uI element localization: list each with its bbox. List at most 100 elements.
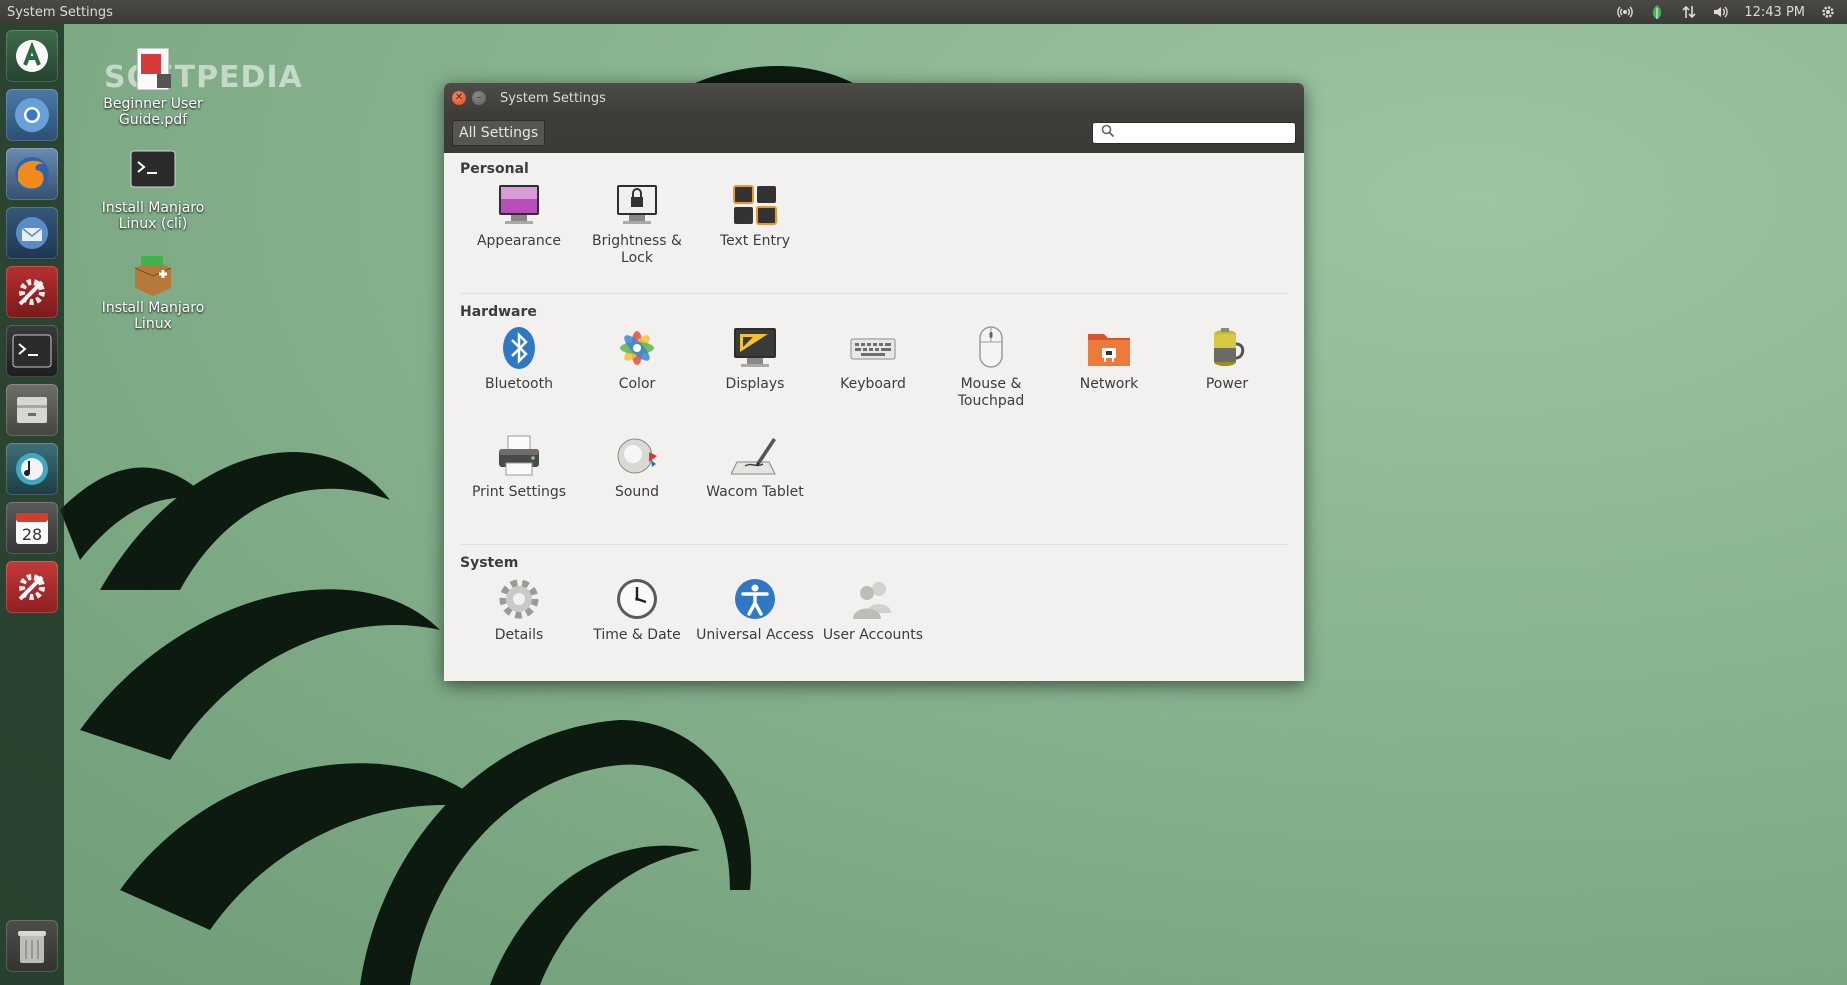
firefox-icon[interactable] (6, 148, 58, 200)
terminal-icon (129, 150, 177, 198)
settings-item-label: User Accounts (822, 627, 924, 643)
search-icon (1101, 124, 1115, 142)
mouse-icon (967, 324, 1015, 372)
section-hardware: Hardware Bluetooth Color Displays Keyboa… (460, 293, 1288, 544)
settings-item-label: Text Entry (719, 233, 790, 249)
settings-item-keyboard[interactable]: Keyboard (814, 322, 932, 428)
settings-content: Personal Appearance Brightness & Lock Te… (444, 153, 1304, 687)
panel-app-title: System Settings (7, 4, 113, 20)
settings-item-mouse-touchpad[interactable]: Mouse & Touchpad (932, 322, 1050, 428)
calendar-icon[interactable]: 28 (6, 502, 58, 554)
text-entry-icon (731, 181, 779, 229)
settings-item-appearance[interactable]: Appearance (460, 179, 578, 285)
settings-tools-icon[interactable] (6, 266, 58, 318)
settings-item-bluetooth[interactable]: Bluetooth (460, 322, 578, 428)
search-field[interactable] (1092, 122, 1296, 144)
settings-item-displays[interactable]: Displays (696, 322, 814, 428)
pdf-file-icon (129, 46, 177, 94)
wacom-tablet-icon (730, 432, 779, 480)
calendar-day: 28 (22, 525, 42, 544)
settings-item-label: Universal Access (696, 627, 814, 643)
settings-item-label: Network (1079, 376, 1139, 392)
gear-icon[interactable] (1819, 3, 1837, 21)
section-title: System (460, 555, 519, 571)
all-settings-button[interactable]: All Settings (452, 120, 546, 146)
settings-item-label: Sound (614, 484, 660, 500)
clock-icon (613, 575, 661, 623)
transfer-arrows-icon[interactable] (1680, 3, 1698, 21)
window-title: System Settings (500, 90, 606, 106)
desktop-icon-user-guide[interactable]: Beginner User Guide.pdf (93, 46, 213, 128)
settings-item-label: Power (1205, 376, 1249, 392)
desktop-icon-label: Beginner User Guide.pdf (103, 96, 203, 128)
installer-package-icon (129, 250, 177, 298)
user-accounts-icon (849, 575, 897, 623)
terminal-icon[interactable] (6, 325, 58, 377)
settings-item-details[interactable]: Details (460, 573, 578, 679)
trash-icon[interactable] (6, 920, 58, 972)
settings-item-label: Details (494, 627, 544, 643)
volume-icon[interactable] (1712, 3, 1730, 21)
section-personal: Personal Appearance Brightness & Lock Te… (460, 161, 1288, 293)
settings-item-sound[interactable]: Sound (578, 430, 696, 536)
system-settings-icon[interactable] (6, 561, 58, 613)
settings-item-label: Brightness & Lock (592, 233, 682, 266)
thunderbird-icon[interactable] (6, 207, 58, 259)
settings-item-label: Displays (725, 376, 785, 392)
settings-item-color[interactable]: Color (578, 322, 696, 428)
settings-item-time-date[interactable]: Time & Date (578, 573, 696, 679)
color-icon (613, 324, 661, 372)
system-settings-window: ✕ – System Settings All Settings Persona… (444, 83, 1304, 681)
settings-item-brightness-lock[interactable]: Brightness & Lock (578, 179, 696, 285)
window-titlebar[interactable]: ✕ – System Settings (444, 83, 1304, 113)
network-icon (1085, 324, 1133, 372)
settings-item-network[interactable]: Network (1050, 322, 1168, 428)
settings-item-label: Appearance (476, 233, 562, 249)
desktop-icon-install-cli[interactable]: Install Manjaro Linux (cli) (93, 150, 213, 232)
settings-item-label: Bluetooth (485, 376, 553, 392)
settings-grid: Details Time & Date Universal Access Use… (460, 573, 1288, 679)
section-title: Personal (460, 161, 529, 177)
settings-item-label: Time & Date (593, 627, 681, 643)
settings-item-text-entry[interactable]: Text Entry (696, 179, 814, 285)
desktop-icon-install-manjaro[interactable]: Install Manjaro Linux (93, 250, 213, 332)
top-panel: System Settings 12:43 PM (0, 0, 1847, 24)
section-system: System Details Time & Date Universal Acc… (460, 544, 1288, 687)
universal-access-icon (731, 575, 779, 623)
settings-item-label: Mouse & Touchpad (957, 376, 1025, 409)
settings-item-label: Print Settings (471, 484, 567, 500)
settings-item-wacom-tablet[interactable]: Wacom Tablet (696, 430, 814, 536)
chromium-icon[interactable] (6, 89, 58, 141)
displays-icon (731, 324, 779, 372)
music-player-icon[interactable] (6, 443, 58, 495)
network-wireless-icon[interactable] (1616, 3, 1634, 21)
panel-clock[interactable]: 12:43 PM (1744, 5, 1805, 20)
settings-item-universal-access[interactable]: Universal Access (696, 573, 814, 679)
settings-item-label: Wacom Tablet (706, 484, 804, 500)
settings-item-label: Color (618, 376, 656, 392)
search-input[interactable] (1121, 124, 1285, 142)
section-title: Hardware (460, 304, 537, 320)
file-manager-icon[interactable] (6, 384, 58, 436)
sound-icon (613, 432, 661, 480)
window-toolbar: All Settings (444, 113, 1304, 153)
brightness-lock-icon (613, 181, 661, 229)
keyboard-icon (849, 324, 897, 372)
leaf-icon[interactable] (1648, 3, 1666, 21)
power-icon (1203, 324, 1251, 372)
details-gear-icon (495, 575, 543, 623)
minimize-icon[interactable]: – (472, 91, 486, 105)
settings-item-user-accounts[interactable]: User Accounts (814, 573, 932, 679)
close-icon[interactable]: ✕ (452, 91, 466, 105)
settings-item-label: Keyboard (840, 376, 906, 392)
launcher: 28 (0, 24, 64, 985)
desktop-icon-label: Install Manjaro Linux (101, 300, 205, 332)
appearance-icon (495, 181, 543, 229)
settings-item-power[interactable]: Power (1168, 322, 1286, 428)
settings-item-print-settings[interactable]: Print Settings (460, 430, 578, 536)
printer-icon (495, 432, 543, 480)
settings-grid: Appearance Brightness & Lock Text Entry (460, 179, 1288, 285)
manjaro-icon[interactable] (6, 30, 58, 82)
desktop-icon-label: Install Manjaro Linux (cli) (101, 200, 205, 232)
settings-grid: Bluetooth Color Displays Keyboard Mouse … (460, 322, 1288, 536)
